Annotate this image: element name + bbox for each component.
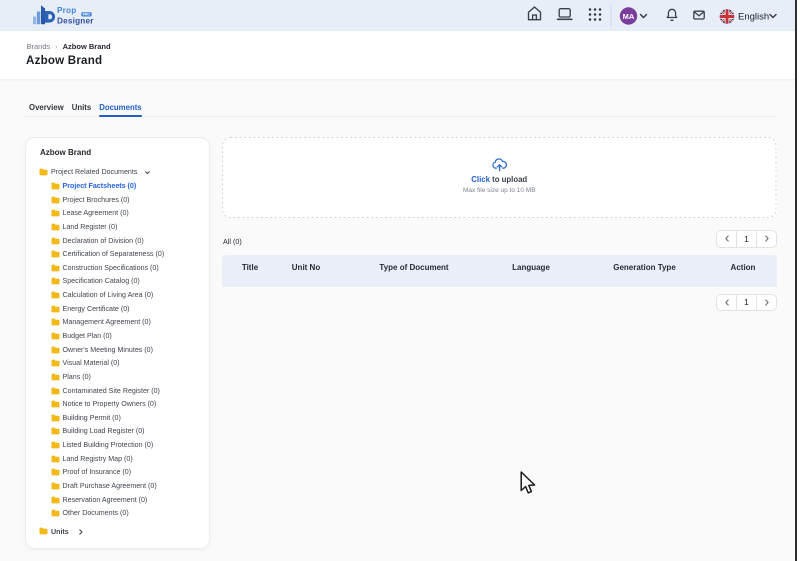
svg-text:MA: MA bbox=[623, 12, 635, 21]
svg-text:English: English bbox=[738, 11, 769, 22]
svg-text:Prop: Prop bbox=[57, 6, 76, 15]
svg-text:Designer: Designer bbox=[57, 17, 94, 26]
